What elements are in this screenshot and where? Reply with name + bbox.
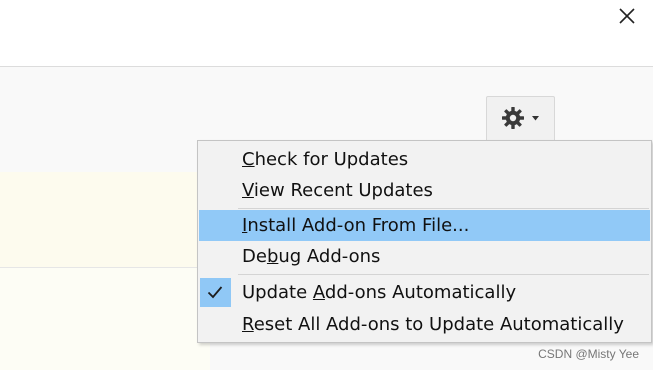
checkmark-box [200, 278, 231, 307]
checkmark-icon [207, 286, 223, 299]
menu-item-label: View Recent Updates [242, 180, 433, 201]
close-icon[interactable] [617, 6, 637, 26]
tools-menu-button[interactable] [486, 96, 555, 140]
menu-item-label: Install Add-on From File... [242, 215, 470, 236]
menu-item-update-addons-automatically[interactable]: Update Add-ons Automatically [199, 277, 650, 308]
menu-item-view-recent-updates[interactable]: View Recent Updates [199, 175, 650, 206]
addon-row-background [0, 172, 210, 267]
chevron-down-icon [532, 116, 539, 121]
addon-row-background [0, 268, 210, 370]
tools-dropdown-menu: Check for Updates View Recent Updates In… [197, 140, 652, 343]
menu-item-label: Update Add-ons Automatically [242, 282, 517, 303]
menu-item-label: Reset All Add-ons to Update Automaticall… [242, 314, 624, 335]
menu-separator [238, 274, 649, 275]
gear-icon [502, 107, 524, 129]
menu-item-label: Check for Updates [242, 149, 409, 170]
watermark-text: CSDN @Misty Yee [538, 347, 639, 361]
menu-item-reset-all-addons[interactable]: Reset All Add-ons to Update Automaticall… [199, 309, 650, 340]
title-bar [0, 0, 653, 67]
menu-item-debug-addons[interactable]: Debug Add-ons [199, 241, 650, 272]
menu-item-label: Debug Add-ons [242, 246, 381, 267]
menu-item-install-addon-from-file[interactable]: Install Add-on From File... [199, 210, 650, 241]
menu-item-check-for-updates[interactable]: Check for Updates [199, 144, 650, 175]
menu-separator [238, 208, 649, 209]
